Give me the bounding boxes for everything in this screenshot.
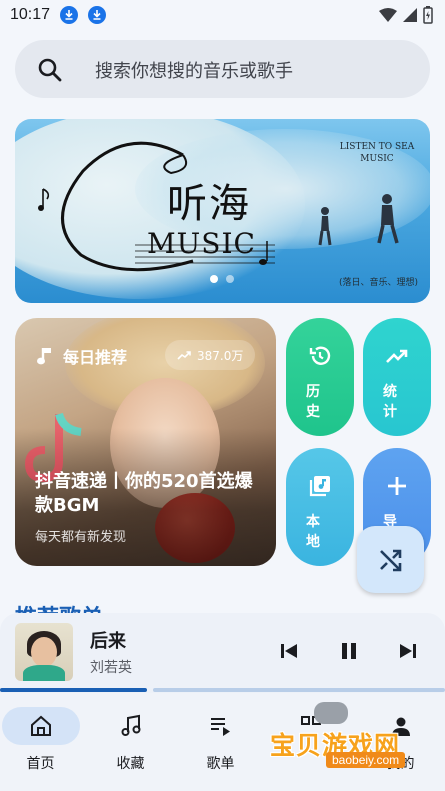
banner-title-cn: 听海 [167, 181, 251, 227]
site-watermark: 宝贝游戏网 baobeiy.com [270, 700, 440, 778]
battery-icon [423, 6, 433, 24]
pagination-dot[interactable] [226, 275, 234, 283]
search-icon [38, 58, 62, 82]
pagination-dot-active[interactable] [210, 275, 218, 283]
search-bar[interactable]: 搜索你想搜的音乐或歌手 [15, 40, 430, 98]
banner-title-en: LISTEN TO SEA MUSIC [339, 142, 415, 164]
playlist-icon [211, 718, 230, 736]
wifi-icon [379, 8, 397, 22]
play-count-badge: 387.0万 [165, 340, 256, 370]
nav-label: 收藏 [116, 756, 145, 772]
status-time: 10:17 [10, 6, 51, 23]
gamepad-icon [314, 702, 348, 724]
music-note-icon [37, 348, 51, 365]
song-title: 后来 [90, 631, 126, 652]
status-indicators [379, 6, 433, 24]
download-icon [60, 6, 78, 24]
song-artist: 刘若英 [90, 660, 132, 676]
banner-pagination [210, 275, 234, 283]
banner-children-silhouette [318, 194, 399, 246]
daily-playlist-subtitle: 每天都有新发现 [35, 530, 127, 545]
daily-recommend-card[interactable]: 每日推荐 387.0万 抖音速递丨你的520首选爆款BGM 每天都有新发现 [15, 318, 276, 566]
pause-icon[interactable] [339, 641, 359, 661]
history-tile[interactable]: 历史 [286, 318, 354, 436]
nav-label: 歌单 [206, 756, 235, 772]
signal-icon [403, 8, 417, 22]
download-icon [88, 6, 106, 24]
next-track-icon[interactable] [398, 641, 418, 661]
watermark-url: baobeiy.com [326, 752, 406, 768]
search-input-placeholder[interactable]: 搜索你想搜的音乐或歌手 [95, 57, 293, 83]
album-art-shirt [23, 665, 65, 681]
banner-subtitle: (落日、音乐、理想) [338, 278, 418, 288]
banner-staff-lines [135, 241, 275, 265]
music-note-icon [121, 714, 141, 736]
progress-played [0, 688, 147, 692]
album-art[interactable] [15, 623, 73, 681]
daily-recommend-label: 每日推荐 [63, 348, 128, 367]
shuffle-icon [380, 549, 402, 572]
history-icon [309, 346, 331, 365]
shuffle-play-button[interactable] [357, 526, 424, 593]
mini-player[interactable]: 后来 刘若英 [0, 613, 445, 693]
play-count: 387.0万 [197, 348, 244, 363]
trending-up-icon [177, 351, 191, 360]
album-art-face [31, 637, 57, 667]
nav-item-favorites[interactable]: 收藏 [90, 693, 179, 791]
nav-label: 首页 [26, 756, 55, 772]
playback-progress-bar[interactable] [0, 688, 445, 692]
nav-item-home[interactable]: 首页 [0, 693, 89, 791]
previous-track-icon[interactable] [279, 641, 299, 661]
trending-up-icon [386, 349, 408, 363]
daily-playlist-title: 抖音速递丨你的520首选爆款BGM [35, 471, 253, 516]
daily-header: 每日推荐 [37, 344, 127, 368]
progress-remaining [153, 688, 445, 692]
home-icon [31, 715, 51, 736]
promo-banner[interactable]: LISTEN TO SEA MUSIC 听海 MUSIC (落日、音乐、理想) [15, 119, 430, 303]
stats-tile[interactable]: 统计 [363, 318, 431, 436]
status-bar: 10:17 [0, 0, 445, 32]
local-tile[interactable]: 本地 [286, 448, 354, 566]
plus-icon [388, 477, 406, 495]
local-music-icon [309, 476, 330, 497]
stats-label: 统计 [383, 384, 397, 420]
history-label: 历史 [306, 384, 320, 420]
nav-item-playlists[interactable]: 歌单 [180, 693, 269, 791]
local-label: 本地 [306, 514, 320, 550]
